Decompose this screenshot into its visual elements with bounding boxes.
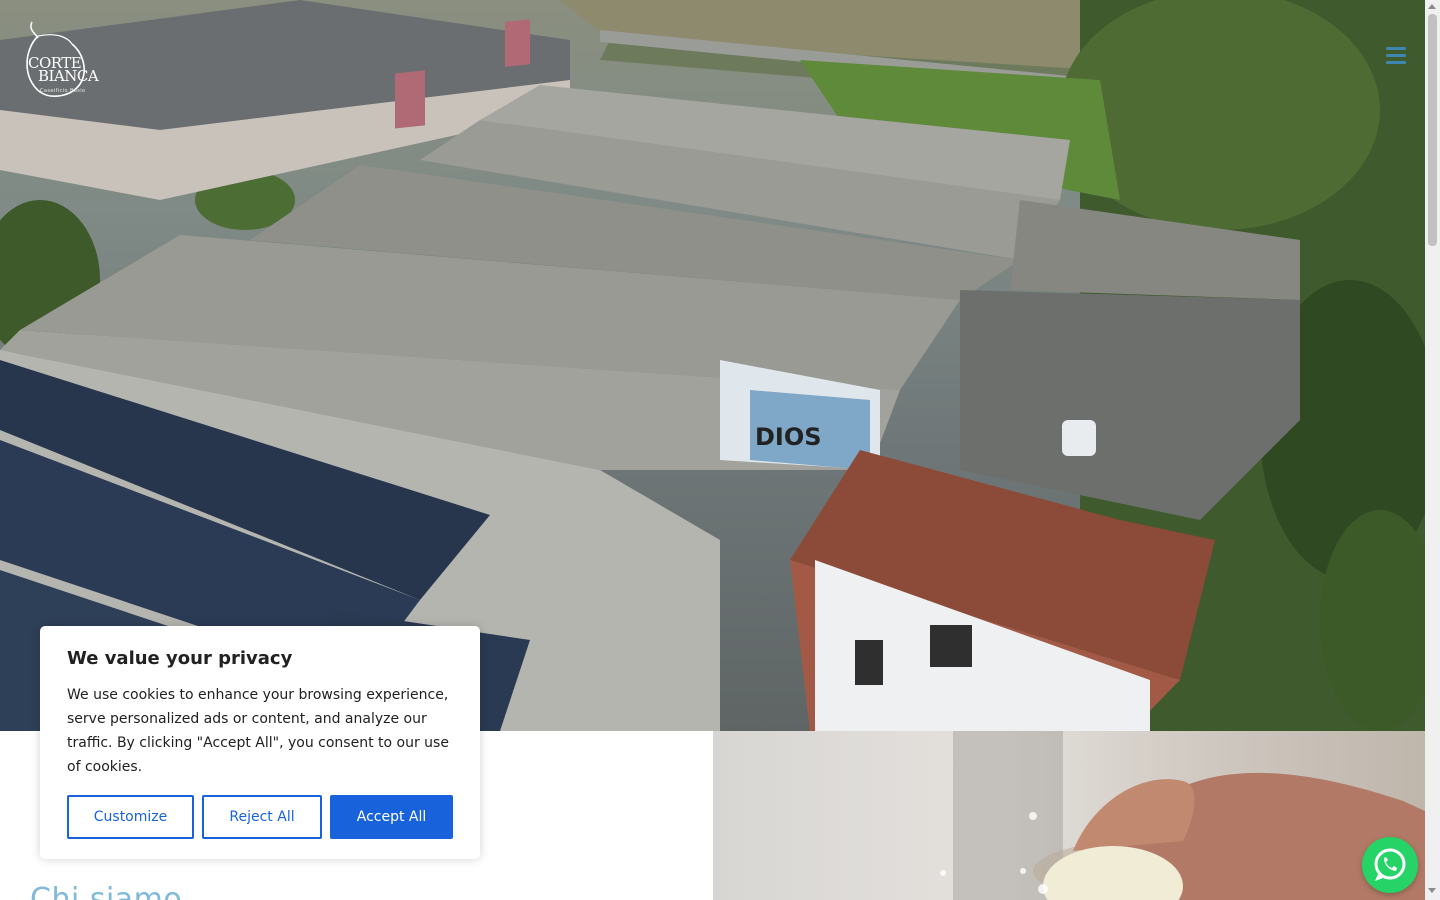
reject-all-button[interactable]: Reject All [202, 795, 322, 839]
whatsapp-icon [1374, 848, 1406, 881]
aerial-factory-photo: DIOS [0, 0, 1425, 731]
accept-all-button[interactable]: Accept All [330, 795, 453, 839]
menu-bar [1386, 54, 1406, 57]
about-title: Chi siamo [30, 882, 183, 900]
hand-cheese-photo [940, 731, 1425, 900]
hamburger-menu-icon[interactable] [1386, 47, 1406, 65]
customize-button[interactable]: Customize [67, 795, 194, 839]
logo-tagline: Caseificio Bosio [40, 88, 86, 94]
menu-bar [1386, 47, 1406, 50]
page-scrollbar[interactable] [1425, 0, 1440, 900]
product-photo [713, 731, 1425, 900]
logo-wordmark: CORTE BIANCA [28, 56, 108, 85]
logo-name-line2: BIANCA [38, 67, 99, 85]
whatsapp-button[interactable] [1362, 837, 1418, 893]
scroll-up-arrow-icon[interactable] [1428, 4, 1436, 9]
cookie-banner: We value your privacy We use cookies to … [40, 626, 480, 859]
cookie-title: We value your privacy [67, 648, 293, 669]
scrollbar-thumb[interactable] [1428, 14, 1437, 246]
menu-bar [1386, 61, 1406, 64]
hero-image: DIOS [0, 0, 1425, 731]
mural-text: DIOS [755, 423, 822, 451]
cookie-text: We use cookies to enhance your browsing … [67, 687, 449, 775]
scroll-down-arrow-icon[interactable] [1428, 888, 1436, 893]
